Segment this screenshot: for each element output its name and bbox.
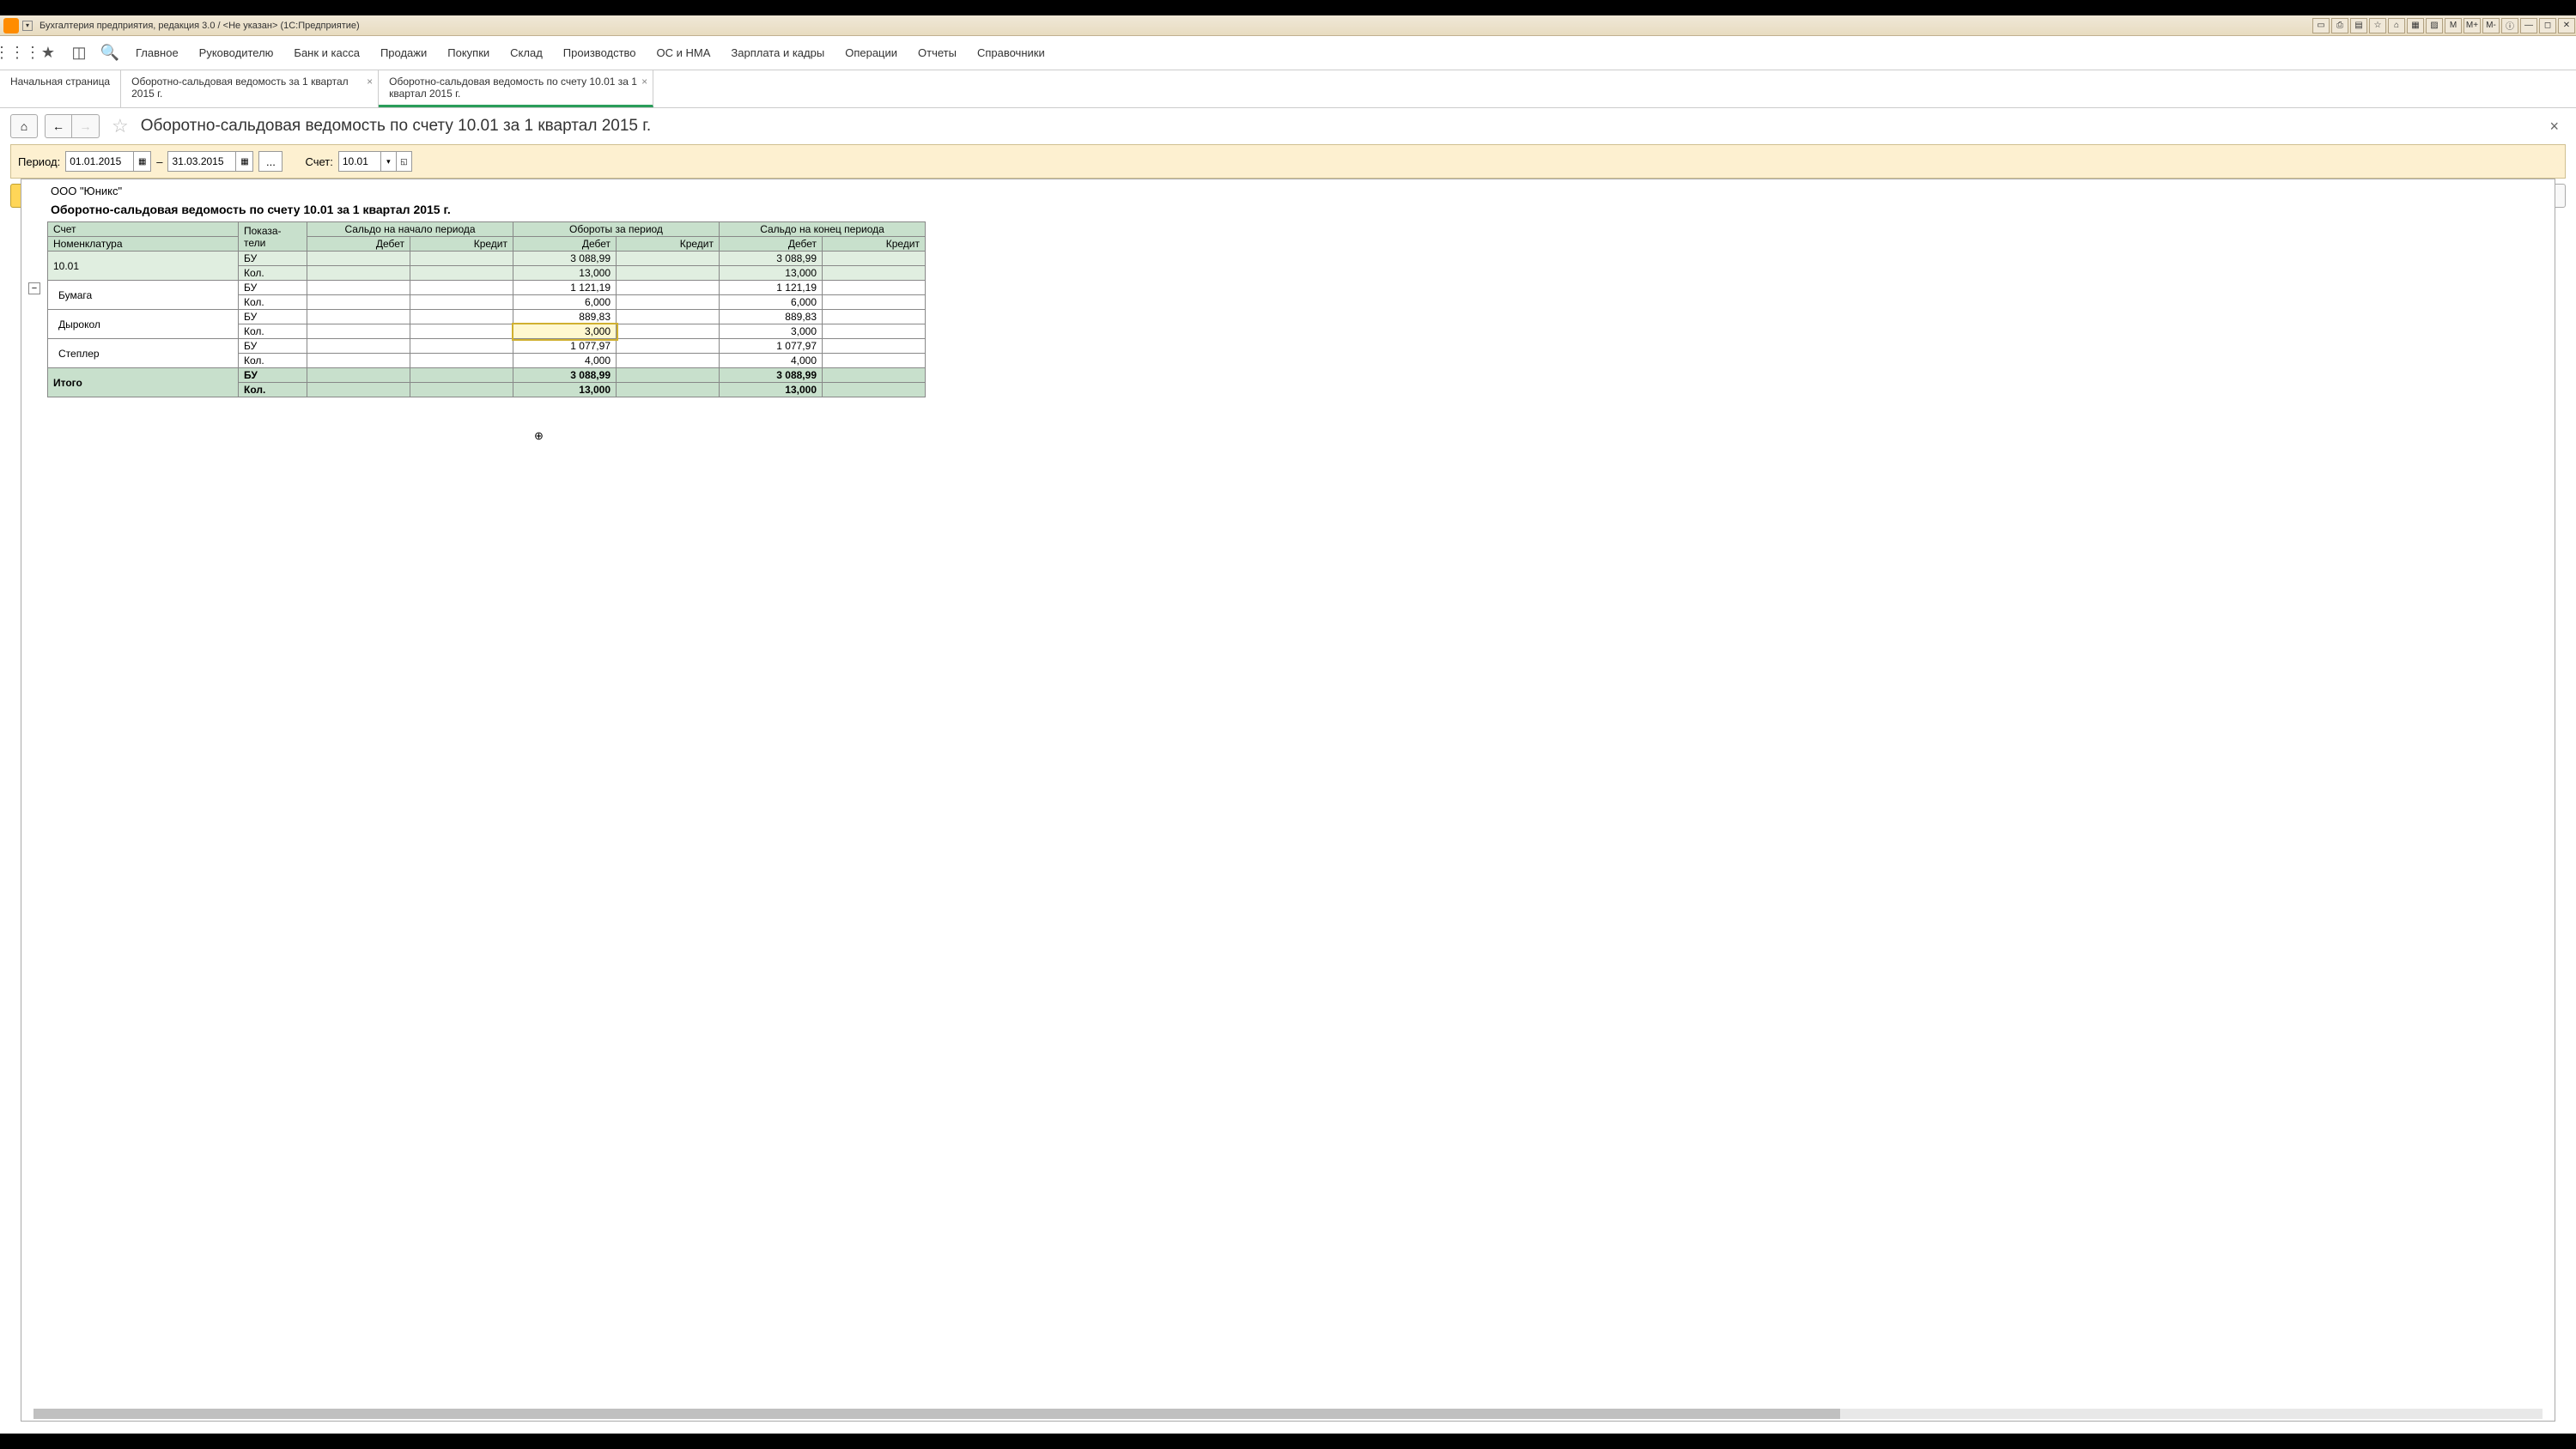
apps-icon[interactable]: ⋮⋮⋮ <box>7 43 27 64</box>
back-button[interactable]: ← <box>45 114 72 138</box>
minimize-icon[interactable]: — <box>2520 18 2537 33</box>
titlebar-button[interactable]: M- <box>2482 18 2500 33</box>
header-credit: Кредит <box>617 237 720 252</box>
app-menu-dropdown[interactable]: ▾ <box>22 21 33 31</box>
menu-item-production[interactable]: Производство <box>558 46 641 59</box>
selected-cell[interactable]: 3,000 <box>513 324 617 339</box>
close-document-button[interactable]: × <box>2543 118 2566 136</box>
header-saldo-end: Сальдо на конец периода <box>720 222 926 237</box>
menu-item-operations[interactable]: Операции <box>840 46 902 59</box>
tab-turnover-balance-account[interactable]: Оборотно-сальдовая ведомость по счету 10… <box>379 70 653 107</box>
header-turnover: Обороты за период <box>513 222 720 237</box>
tab-turnover-balance[interactable]: Оборотно-сальдовая ведомость за 1 кварта… <box>121 70 379 107</box>
calendar-icon[interactable]: ▦ <box>236 151 253 172</box>
page-title: Оборотно-сальдовая ведомость по счету 10… <box>141 117 651 136</box>
header-nomenclature: Номенклатура <box>48 237 239 252</box>
table-row: Дырокол БУ 889,83 889,83 <box>48 310 926 324</box>
titlebar-button[interactable]: ▦ <box>2407 18 2424 33</box>
info-icon[interactable]: ⓘ <box>2501 18 2518 33</box>
table-row-account: 10.01 БУ 3 088,99 3 088,99 <box>48 252 926 266</box>
menu-item-bank[interactable]: Банк и касса <box>289 46 365 59</box>
header-account: Счет <box>48 222 239 237</box>
tab-start-page[interactable]: Начальная страница <box>0 70 121 107</box>
organization-name: ООО "Юникс" <box>47 183 2555 199</box>
forward-button[interactable]: → <box>72 114 100 138</box>
menu-item-warehouse[interactable]: Склад <box>505 46 548 59</box>
calendar-icon[interactable]: ▦ <box>134 151 151 172</box>
header-credit: Кредит <box>410 237 513 252</box>
menu-item-purchases[interactable]: Покупки <box>442 46 495 59</box>
window-title: Бухгалтерия предприятия, редакция 3.0 / … <box>39 21 360 31</box>
date-from-input[interactable] <box>65 151 134 172</box>
table-row: Бумага БУ 1 121,19 1 121,19 <box>48 281 926 295</box>
app-logo-icon <box>3 18 19 33</box>
report-title: Оборотно-сальдовая ведомость по счету 10… <box>47 199 2555 221</box>
document-header: ⌂ ← → ☆ Оборотно-сальдовая ведомость по … <box>0 108 2576 144</box>
header-saldo-begin: Сальдо на начало периода <box>307 222 513 237</box>
titlebar-button[interactable]: M <box>2445 18 2462 33</box>
account-field[interactable]: ▾ ◱ <box>338 151 412 172</box>
header-indicators: Показа- тели <box>239 222 307 252</box>
horizontal-scrollbar[interactable] <box>33 1409 2543 1419</box>
date-to-input[interactable] <box>167 151 236 172</box>
menu-item-references[interactable]: Справочники <box>972 46 1050 59</box>
open-icon[interactable]: ◱ <box>397 151 412 172</box>
header-debit: Дебет <box>720 237 823 252</box>
document-tabbar: Начальная страница Оборотно-сальдовая ве… <box>0 70 2576 108</box>
titlebar-button[interactable]: M+ <box>2464 18 2481 33</box>
titlebar-button[interactable]: ⎙ <box>2331 18 2348 33</box>
report-area[interactable]: ООО "Юникс" Оборотно-сальдовая ведомость… <box>21 179 2555 1422</box>
account-input[interactable] <box>338 151 381 172</box>
scrollbar-thumb[interactable] <box>33 1409 1840 1419</box>
dash: – <box>156 155 162 168</box>
menu-item-assets[interactable]: ОС и НМА <box>652 46 716 59</box>
titlebar-button[interactable]: ▤ <box>2350 18 2367 33</box>
report-table[interactable]: Счет Показа- тели Сальдо на начало перио… <box>47 221 926 397</box>
period-label: Период: <box>18 155 60 168</box>
period-select-button[interactable]: ... <box>258 151 283 172</box>
menu-item-manager[interactable]: Руководителю <box>194 46 279 59</box>
titlebar: ▾ Бухгалтерия предприятия, редакция 3.0 … <box>0 15 2576 36</box>
date-from-field[interactable]: ▦ <box>65 151 151 172</box>
titlebar-button[interactable]: ☆ <box>2369 18 2386 33</box>
menu-item-sales[interactable]: Продажи <box>375 46 432 59</box>
maximize-icon[interactable]: ◻ <box>2539 18 2556 33</box>
header-debit: Дебет <box>513 237 617 252</box>
home-button[interactable]: ⌂ <box>10 114 38 138</box>
close-icon[interactable]: × <box>641 76 647 88</box>
menu-item-main[interactable]: Главное <box>131 46 184 59</box>
table-row: Степлер БУ 1 077,97 1 077,97 <box>48 339 926 354</box>
titlebar-button[interactable]: ▨ <box>2426 18 2443 33</box>
menu-item-salary[interactable]: Зарплата и кадры <box>726 46 829 59</box>
table-row-total: Итого БУ 3 088,99 3 088,99 <box>48 368 926 383</box>
favorite-icon[interactable]: ★ <box>38 43 58 64</box>
main-menu: ⋮⋮⋮ ★ ◫ 🔍 Главное Руководителю Банк и ка… <box>0 36 2576 70</box>
titlebar-button[interactable]: ⌂ <box>2388 18 2405 33</box>
date-to-field[interactable]: ▦ <box>167 151 253 172</box>
close-icon[interactable]: ✕ <box>2558 18 2575 33</box>
account-label: Счет: <box>305 155 332 168</box>
search-icon[interactable]: 🔍 <box>100 43 120 64</box>
header-credit: Кредит <box>823 237 926 252</box>
chevron-down-icon[interactable]: ▾ <box>381 151 397 172</box>
close-icon[interactable]: × <box>367 76 373 88</box>
titlebar-button[interactable]: ▭ <box>2312 18 2330 33</box>
collapse-icon[interactable]: − <box>28 282 40 294</box>
header-debit: Дебет <box>307 237 410 252</box>
star-icon[interactable]: ☆ <box>112 115 129 137</box>
menu-item-reports[interactable]: Отчеты <box>913 46 962 59</box>
history-icon[interactable]: ◫ <box>69 43 89 64</box>
period-bar: Период: ▦ – ▦ ... Счет: ▾ ◱ <box>10 144 2566 179</box>
